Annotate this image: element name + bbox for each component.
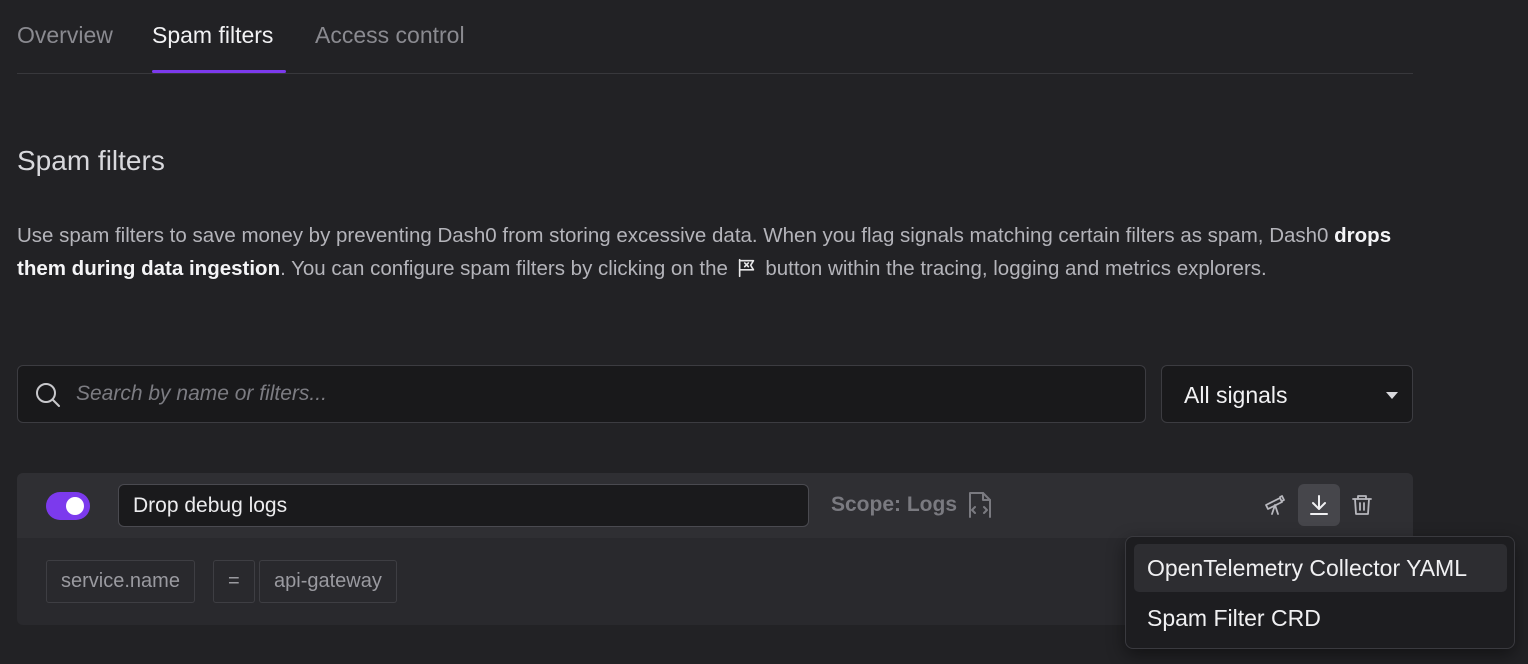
download-format-menu: OpenTelemetry Collector YAML Spam Filter… [1125, 536, 1515, 649]
flag-icon [738, 258, 754, 277]
description-text-1: Use spam filters to save money by preven… [17, 224, 1335, 247]
condition-key: service.name [46, 560, 195, 603]
filter-name-input[interactable] [118, 484, 809, 527]
active-tab-indicator [152, 70, 286, 73]
menu-item-otel-collector-yaml[interactable]: OpenTelemetry Collector YAML [1134, 544, 1507, 592]
scope-label: Scope: Logs [831, 493, 958, 516]
explore-button[interactable] [1254, 484, 1296, 526]
tab-overview[interactable]: Overview [17, 22, 113, 49]
caret-down-icon [1386, 392, 1398, 399]
page-title: Spam filters [17, 145, 165, 176]
tab-spam-filters[interactable]: Spam filters [152, 22, 273, 49]
menu-item-spam-filter-crd[interactable]: Spam Filter CRD [1134, 594, 1507, 642]
telescope-icon [1265, 495, 1285, 515]
search-icon [36, 383, 60, 407]
trash-icon [1352, 495, 1372, 515]
tab-access-control[interactable]: Access control [315, 22, 465, 49]
filter-enabled-toggle[interactable] [46, 492, 90, 520]
file-code-icon [969, 492, 991, 518]
delete-button[interactable] [1341, 484, 1383, 526]
download-button[interactable] [1298, 484, 1340, 526]
tab-bar: Overview Spam filters Access control [17, 0, 1413, 74]
condition-operator: = [213, 560, 255, 603]
description-text-3: button within the tracing, logging and m… [759, 256, 1267, 280]
spam-filter-header: Scope: Logs [17, 473, 1413, 538]
page-description: Use spam filters to save money by preven… [17, 220, 1417, 285]
search-box [17, 365, 1146, 423]
settings-page: Overview Spam filters Access control Spa… [0, 0, 1528, 664]
condition-value: api-gateway [259, 560, 397, 603]
description-text-2: . You can configure spam filters by clic… [280, 256, 734, 280]
signal-type-value: All signals [1184, 382, 1288, 408]
download-icon [1310, 495, 1328, 515]
toggle-knob [66, 497, 84, 515]
signal-type-select[interactable]: All signals [1161, 365, 1413, 423]
search-input[interactable] [76, 366, 1126, 422]
